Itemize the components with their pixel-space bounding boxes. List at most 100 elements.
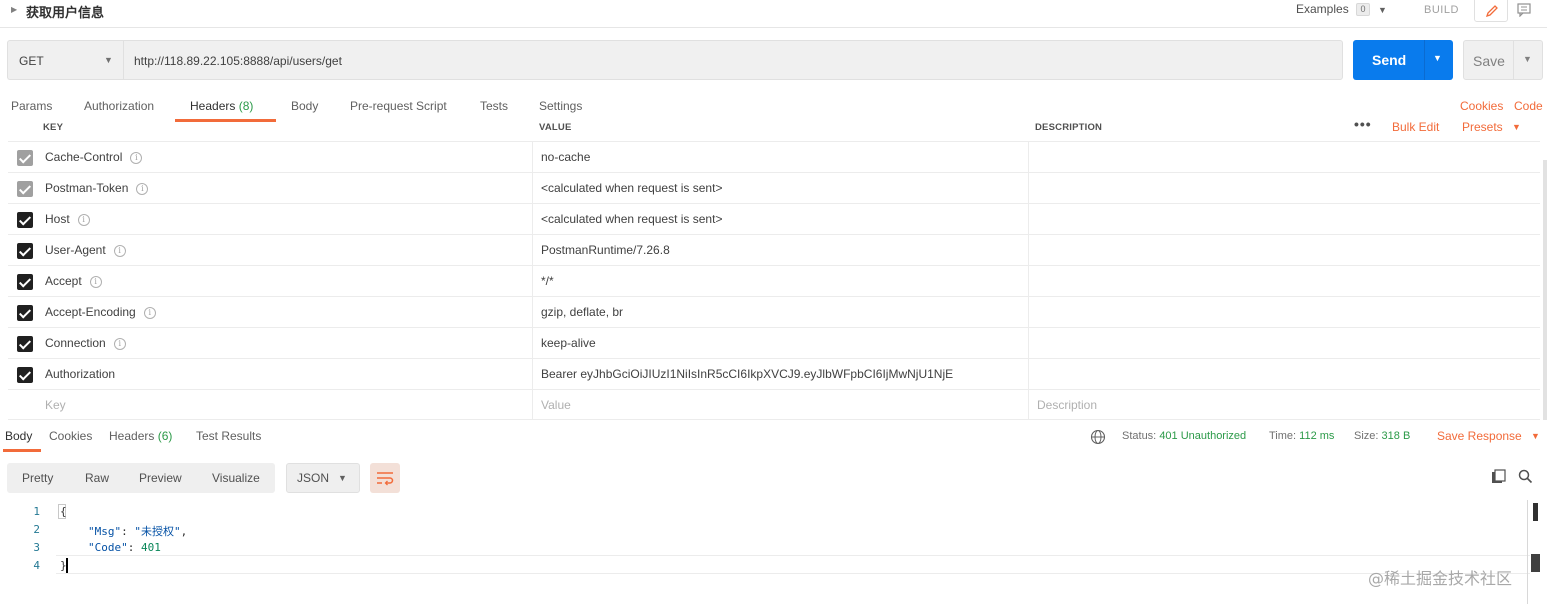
chevron-down-icon[interactable]: ▼ xyxy=(1531,431,1540,441)
view-raw-button[interactable]: Raw xyxy=(85,471,109,485)
code-line: { xyxy=(60,505,67,518)
value-cell[interactable]: PostmanRuntime/7.26.8 xyxy=(533,235,1029,265)
size-readout: Size: 318 B xyxy=(1354,430,1411,442)
key-cell[interactable]: Cache-Control i xyxy=(8,142,533,172)
value-cell[interactable]: <calculated when request is sent> xyxy=(533,173,1029,203)
description-placeholder[interactable]: Description xyxy=(1037,398,1097,412)
new-key-input[interactable]: Key xyxy=(8,390,533,420)
build-mode-label[interactable]: BUILD xyxy=(1424,4,1459,16)
search-icon[interactable] xyxy=(1518,469,1533,484)
value-cell[interactable]: Bearer eyJhbGciOiJIUzI1NiIsInR5cCI6IkpXV… xyxy=(533,359,1029,389)
header-value: <calculated when request is sent> xyxy=(541,181,723,195)
bulk-edit-link[interactable]: Bulk Edit xyxy=(1392,120,1439,134)
save-response-button[interactable]: Save Response xyxy=(1437,429,1522,443)
view-visualize-button[interactable]: Visualize xyxy=(212,471,260,485)
header-checkbox[interactable] xyxy=(17,150,33,166)
header-key: User-Agent xyxy=(45,243,106,257)
globe-icon[interactable] xyxy=(1090,429,1106,445)
chevron-down-icon[interactable]: ▼ xyxy=(1512,122,1521,132)
url-input[interactable]: http://118.89.22.105:8888/api/users/get xyxy=(123,40,1343,80)
new-header-row: Key Value Description xyxy=(8,389,1540,420)
response-tab-headers[interactable]: Headers (6) xyxy=(109,429,172,443)
table-row: Accept-Encoding i gzip, deflate, br xyxy=(8,296,1540,327)
info-icon[interactable]: i xyxy=(113,338,126,350)
headers-scrollbar[interactable] xyxy=(1543,160,1547,420)
value-cell[interactable]: no-cache xyxy=(533,142,1029,172)
header-checkbox[interactable] xyxy=(17,367,33,383)
size-value: 318 B xyxy=(1381,430,1411,442)
tab-authorization[interactable]: Authorization xyxy=(84,99,154,113)
header-key: Authorization xyxy=(45,367,116,381)
info-icon[interactable]: i xyxy=(89,276,102,288)
new-value-input[interactable]: Value xyxy=(533,390,1029,420)
key-cell[interactable]: Connection i xyxy=(8,328,533,358)
copy-icon[interactable] xyxy=(1491,469,1506,484)
key-cell[interactable]: Postman-Token i xyxy=(8,173,533,203)
active-tab-indicator xyxy=(175,119,276,122)
tab-params[interactable]: Params xyxy=(11,99,52,113)
header-checkbox[interactable] xyxy=(17,336,33,352)
examples-button[interactable]: Examples xyxy=(1296,2,1349,16)
header-value: */* xyxy=(541,274,554,288)
header-checkbox[interactable] xyxy=(17,305,33,321)
examples-count-badge: 0 xyxy=(1356,3,1370,16)
key-cell[interactable]: Host i xyxy=(8,204,533,234)
response-tab-test-results[interactable]: Test Results xyxy=(196,429,261,443)
chevron-down-icon[interactable]: ▼ xyxy=(1378,5,1387,15)
tab-settings[interactable]: Settings xyxy=(539,99,582,113)
format-select[interactable]: JSON ▼ xyxy=(286,463,360,493)
comments-button[interactable] xyxy=(1510,0,1540,22)
active-response-tab-indicator xyxy=(3,449,41,452)
line-number: 2 xyxy=(33,523,40,536)
presets-dropdown[interactable]: Presets xyxy=(1462,120,1503,134)
editor-scrollbar-thumb[interactable] xyxy=(1533,503,1538,521)
send-button[interactable]: Send ▼ xyxy=(1353,40,1453,80)
more-options-icon[interactable]: ••• xyxy=(1354,116,1372,132)
edit-button[interactable] xyxy=(1474,0,1508,22)
watermark: @稀土掘金技术社区 xyxy=(1368,569,1513,588)
value-cell[interactable]: keep-alive xyxy=(533,328,1029,358)
info-icon[interactable]: i xyxy=(113,245,126,257)
code-link[interactable]: Code xyxy=(1514,99,1543,113)
header-key: Accept-Encoding xyxy=(45,305,136,319)
collapse-arrow-icon[interactable]: ▶ xyxy=(11,5,17,14)
value-cell[interactable]: gzip, deflate, br xyxy=(533,297,1029,327)
request-name[interactable]: 获取用户信息 xyxy=(26,2,104,21)
save-button[interactable]: Save ▼ xyxy=(1463,40,1543,80)
value-cell[interactable]: */* xyxy=(533,266,1029,296)
header-checkbox[interactable] xyxy=(17,274,33,290)
column-header-description: DESCRIPTION xyxy=(1035,122,1103,133)
view-pretty-button[interactable]: Pretty xyxy=(22,471,53,485)
code-line: "Msg": "未授权", xyxy=(88,525,188,538)
tab-headers[interactable]: Headers (8) xyxy=(190,99,253,113)
key-cell[interactable]: Authorization xyxy=(8,359,533,389)
pencil-icon xyxy=(1485,5,1498,18)
tab-body[interactable]: Body xyxy=(291,99,318,113)
key-cell[interactable]: Accept-Encoding i xyxy=(8,297,533,327)
header-checkbox[interactable] xyxy=(17,181,33,197)
info-icon[interactable]: i xyxy=(143,307,156,319)
response-tab-body[interactable]: Body xyxy=(5,429,32,443)
response-tab-cookies[interactable]: Cookies xyxy=(49,429,92,443)
tab-tests[interactable]: Tests xyxy=(480,99,508,113)
info-icon[interactable]: i xyxy=(136,183,149,195)
send-options-chevron-icon[interactable]: ▼ xyxy=(1433,53,1442,63)
wrap-lines-button[interactable] xyxy=(370,463,400,493)
header-value: gzip, deflate, br xyxy=(541,305,624,319)
view-preview-button[interactable]: Preview xyxy=(139,471,182,485)
save-options-chevron-icon[interactable]: ▼ xyxy=(1523,54,1532,64)
value-cell[interactable]: <calculated when request is sent> xyxy=(533,204,1029,234)
header-key: Accept xyxy=(45,274,82,288)
cookies-link[interactable]: Cookies xyxy=(1460,99,1503,113)
header-checkbox[interactable] xyxy=(17,212,33,228)
key-cell[interactable]: Accept i xyxy=(8,266,533,296)
header-checkbox[interactable] xyxy=(17,243,33,259)
method-select[interactable]: GET ▼ xyxy=(7,40,123,80)
header-key: Postman-Token xyxy=(45,181,129,195)
request-title-bar: ▶ 获取用户信息 Examples 0 ▼ BUILD xyxy=(0,0,1547,28)
tab-pre-request-script[interactable]: Pre-request Script xyxy=(350,99,447,113)
key-cell[interactable]: User-Agent i xyxy=(8,235,533,265)
info-icon[interactable]: i xyxy=(130,152,143,164)
save-divider xyxy=(1513,41,1514,79)
info-icon[interactable]: i xyxy=(77,214,90,226)
